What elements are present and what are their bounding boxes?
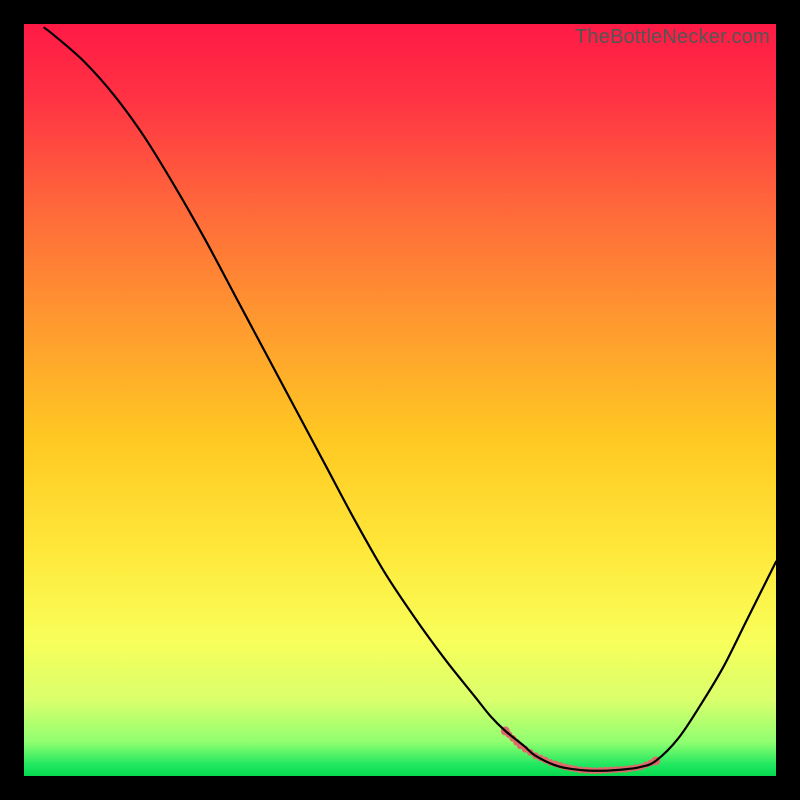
bottleneck-chart (24, 24, 776, 776)
gradient-background (24, 24, 776, 776)
chart-frame: TheBottleNecker.com (24, 24, 776, 776)
watermark-text: TheBottleNecker.com (575, 26, 770, 49)
